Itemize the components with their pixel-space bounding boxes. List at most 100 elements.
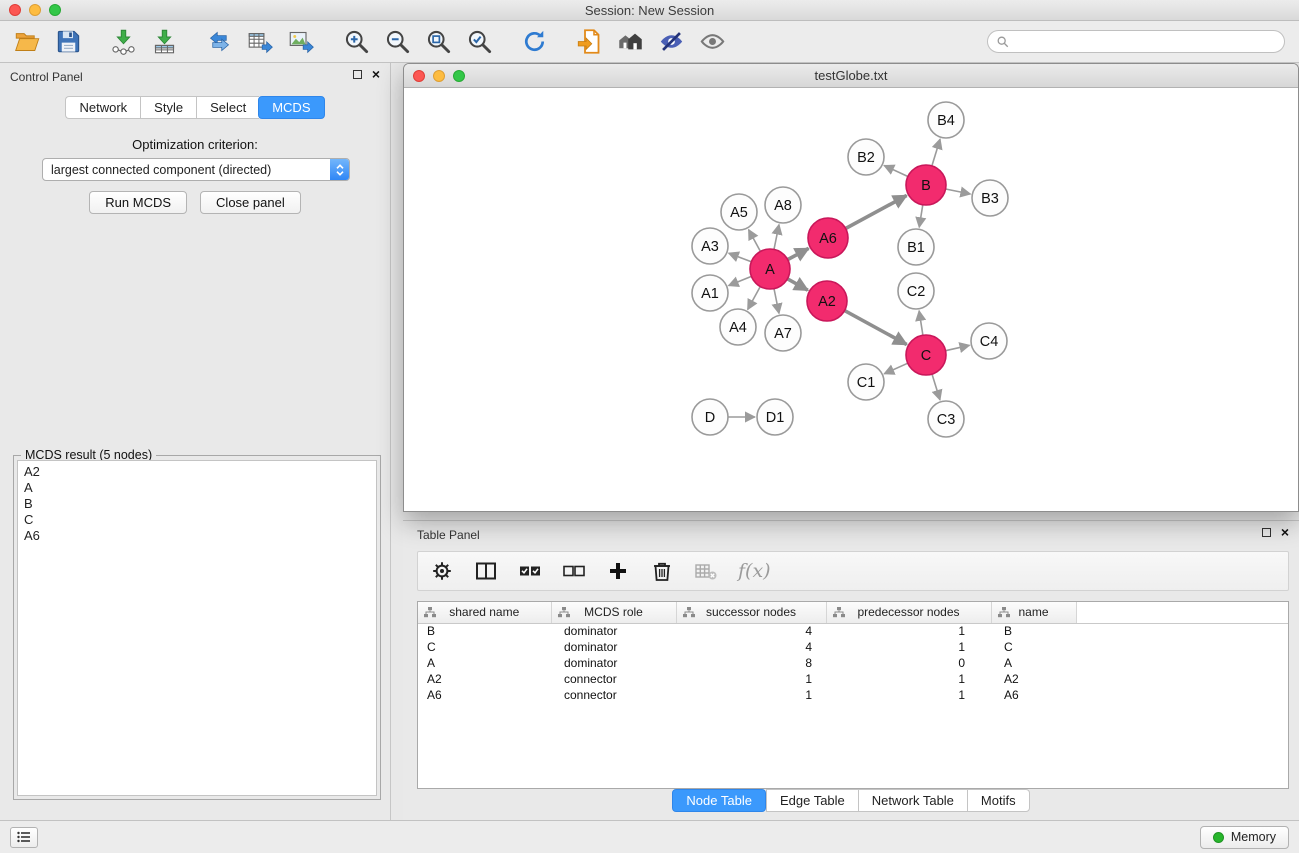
table-cell[interactable]: B <box>991 623 1076 639</box>
network-edge-A-A2[interactable] <box>787 279 807 290</box>
memory-button[interactable]: Memory <box>1200 826 1289 849</box>
tab-edge-table[interactable]: Edge Table <box>766 789 858 812</box>
network-edge-A-A1[interactable] <box>729 276 752 285</box>
network-edge-B-B2[interactable] <box>884 166 908 177</box>
hide-graphics-icon[interactable] <box>658 28 685 55</box>
table-cell[interactable]: 1 <box>676 671 826 687</box>
table-row[interactable]: Adominator80A <box>418 655 1288 671</box>
table-cell[interactable]: 1 <box>676 687 826 703</box>
table-cell[interactable]: 8 <box>676 655 826 671</box>
table-cell[interactable]: 4 <box>676 639 826 655</box>
tab-mcds[interactable]: MCDS <box>258 96 324 119</box>
function-builder-icon[interactable]: f(x) <box>738 560 771 582</box>
network-node-C2[interactable]: C2 <box>898 273 934 309</box>
mcds-result-item[interactable]: A2 <box>18 464 376 480</box>
mcds-result-item[interactable]: B <box>18 496 376 512</box>
network-node-A4[interactable]: A4 <box>720 309 756 345</box>
network-edge-A-A5[interactable] <box>749 230 761 252</box>
table-cell[interactable]: 1 <box>826 623 991 639</box>
network-node-C[interactable]: C <box>906 335 946 375</box>
close-table-panel-icon[interactable]: × <box>1281 528 1289 537</box>
network-edge-A-A6[interactable] <box>788 248 809 259</box>
home-icon[interactable] <box>617 28 644 55</box>
column-header-predecessor-nodes[interactable]: predecessor nodes <box>826 602 991 623</box>
deselect-all-icon[interactable] <box>562 559 586 583</box>
network-node-C4[interactable]: C4 <box>971 323 1007 359</box>
network-node-A2[interactable]: A2 <box>807 281 847 321</box>
zoom-window-button[interactable] <box>49 4 61 16</box>
search-field[interactable] <box>987 30 1285 53</box>
network-node-A7[interactable]: A7 <box>765 315 801 351</box>
network-node-A5[interactable]: A5 <box>721 194 757 230</box>
float-panel-icon[interactable] <box>353 70 362 79</box>
network-node-A1[interactable]: A1 <box>692 275 728 311</box>
mcds-result-item[interactable]: A <box>18 480 376 496</box>
tab-network-table[interactable]: Network Table <box>858 789 967 812</box>
table-cell[interactable]: 1 <box>826 687 991 703</box>
table-cell[interactable]: 1 <box>826 639 991 655</box>
table-settings-gear-icon[interactable] <box>430 559 454 583</box>
mcds-result-item[interactable]: A6 <box>18 528 376 544</box>
table-cell[interactable]: dominator <box>551 639 676 655</box>
zoom-fit-icon[interactable] <box>425 28 452 55</box>
tab-style[interactable]: Style <box>140 96 196 119</box>
mcds-result-item[interactable]: C <box>18 512 376 528</box>
table-cell[interactable]: A2 <box>418 671 551 687</box>
table-cell[interactable]: dominator <box>551 623 676 639</box>
close-window-button[interactable] <box>9 4 21 16</box>
export-image-icon[interactable] <box>288 28 315 55</box>
network-edge-A-A3[interactable] <box>729 253 752 262</box>
network-node-A3[interactable]: A3 <box>692 228 728 264</box>
tab-network[interactable]: Network <box>65 96 140 119</box>
network-minimize-button[interactable] <box>433 70 445 82</box>
close-panel-icon[interactable]: × <box>372 70 380 79</box>
network-node-B1[interactable]: B1 <box>898 229 934 265</box>
table-cell[interactable]: dominator <box>551 655 676 671</box>
table-row[interactable]: Bdominator41B <box>418 623 1288 639</box>
table-cell[interactable]: 1 <box>826 671 991 687</box>
import-table-icon[interactable] <box>151 28 178 55</box>
zoom-out-icon[interactable] <box>384 28 411 55</box>
network-node-A8[interactable]: A8 <box>765 187 801 223</box>
table-cell[interactable]: B <box>418 623 551 639</box>
network-edge-A6-B[interactable] <box>846 196 907 229</box>
table-cell[interactable]: connector <box>551 671 676 687</box>
save-session-icon[interactable] <box>55 28 82 55</box>
tab-node-table[interactable]: Node Table <box>672 789 766 812</box>
run-mcds-button[interactable]: Run MCDS <box>89 191 187 214</box>
network-window-titlebar[interactable]: testGlobe.txt <box>404 64 1298 88</box>
network-edge-B-B3[interactable] <box>946 189 971 194</box>
network-node-B[interactable]: B <box>906 165 946 205</box>
column-header-successor-nodes[interactable]: successor nodes <box>676 602 826 623</box>
network-node-C3[interactable]: C3 <box>928 401 964 437</box>
table-cell[interactable]: A <box>418 655 551 671</box>
network-edge-C-C1[interactable] <box>884 363 908 374</box>
minimize-window-button[interactable] <box>29 4 41 16</box>
network-node-D1[interactable]: D1 <box>757 399 793 435</box>
network-edge-A-A7[interactable] <box>774 289 779 314</box>
table-cell[interactable]: C <box>991 639 1076 655</box>
delete-table-icon[interactable] <box>694 559 718 583</box>
network-node-A6[interactable]: A6 <box>808 218 848 258</box>
zoom-in-icon[interactable] <box>343 28 370 55</box>
open-session-file-icon[interactable] <box>576 28 603 55</box>
table-cell[interactable]: A6 <box>991 687 1076 703</box>
column-header-mcds-role[interactable]: MCDS role <box>551 602 676 623</box>
tab-select[interactable]: Select <box>196 96 259 119</box>
criterion-dropdown[interactable]: largest connected component (directed) <box>42 158 350 181</box>
network-node-B2[interactable]: B2 <box>848 139 884 175</box>
search-input[interactable] <box>1014 35 1276 49</box>
network-edge-C-C2[interactable] <box>919 311 923 335</box>
table-cell[interactable]: A6 <box>418 687 551 703</box>
export-table-icon[interactable] <box>247 28 274 55</box>
close-panel-button[interactable]: Close panel <box>200 191 301 214</box>
table-cell[interactable]: 4 <box>676 623 826 639</box>
export-network-icon[interactable] <box>206 28 233 55</box>
table-row[interactable]: A6connector11A6 <box>418 687 1288 703</box>
table-row[interactable]: Cdominator41C <box>418 639 1288 655</box>
refresh-icon[interactable] <box>521 28 548 55</box>
table-cell[interactable]: 0 <box>826 655 991 671</box>
float-table-panel-icon[interactable] <box>1262 528 1271 537</box>
zoom-selected-icon[interactable] <box>466 28 493 55</box>
delete-icon[interactable] <box>650 559 674 583</box>
